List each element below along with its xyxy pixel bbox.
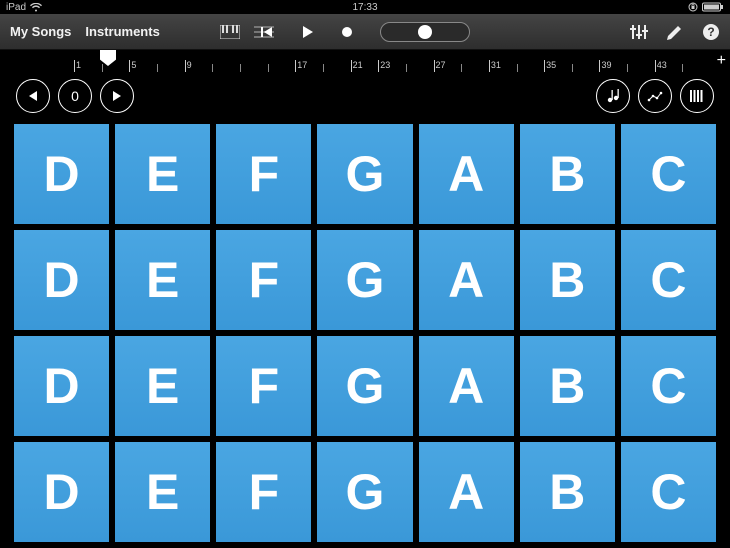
chord-strips-button[interactable] xyxy=(680,79,714,113)
battery-icon xyxy=(702,2,724,12)
note-pad[interactable]: A xyxy=(419,230,514,330)
note-pad[interactable]: G xyxy=(317,442,412,542)
rewind-button[interactable] xyxy=(260,25,274,39)
piano-view-icon[interactable] xyxy=(220,25,240,39)
timeline-ruler[interactable]: 1 5 9 17 21 23 27 31 35 39 43 + xyxy=(0,50,730,72)
note-pad[interactable]: D xyxy=(14,336,109,436)
note-pad[interactable]: B xyxy=(520,442,615,542)
help-button[interactable]: ? xyxy=(702,23,720,41)
note-pad[interactable]: B xyxy=(520,336,615,436)
orientation-lock-icon xyxy=(688,2,698,12)
instrument-controls: 0 xyxy=(0,72,730,120)
note-pad[interactable]: C xyxy=(621,336,716,436)
note-pad[interactable]: C xyxy=(621,124,716,224)
octave-down-button[interactable] xyxy=(16,79,50,113)
ruler-tick: 5 xyxy=(131,60,136,70)
note-pad[interactable]: A xyxy=(419,124,514,224)
note-pad[interactable]: A xyxy=(419,442,514,542)
add-section-button[interactable]: + xyxy=(717,52,726,70)
record-button[interactable] xyxy=(340,25,354,39)
ruler-tick: 43 xyxy=(657,60,667,70)
note-pad[interactable]: F xyxy=(216,124,311,224)
instruments-button[interactable]: Instruments xyxy=(85,24,159,39)
note-pad[interactable]: E xyxy=(115,336,210,436)
note-pad[interactable]: B xyxy=(520,124,615,224)
master-volume-slider[interactable] xyxy=(380,22,470,42)
note-pad[interactable]: D xyxy=(14,124,109,224)
note-pad[interactable]: F xyxy=(216,230,311,330)
octave-display: 0 xyxy=(58,79,92,113)
note-pad[interactable]: G xyxy=(317,230,412,330)
note-pad[interactable]: C xyxy=(621,442,716,542)
note-pad[interactable]: B xyxy=(520,230,615,330)
ruler-tick: 35 xyxy=(546,60,556,70)
ruler-tick: 31 xyxy=(491,60,501,70)
clock: 17:33 xyxy=(352,2,377,13)
note-pad[interactable]: E xyxy=(115,442,210,542)
settings-button[interactable] xyxy=(666,24,684,40)
svg-text:?: ? xyxy=(707,25,714,39)
ruler-tick: 1 xyxy=(76,60,81,70)
note-pad[interactable]: A xyxy=(419,336,514,436)
device-label: iPad xyxy=(6,2,26,13)
octave-value: 0 xyxy=(71,88,79,104)
note-pad[interactable]: D xyxy=(14,230,109,330)
note-pad[interactable]: F xyxy=(216,442,311,542)
ruler-tick: 23 xyxy=(380,60,390,70)
note-pad[interactable]: D xyxy=(14,442,109,542)
note-pad[interactable]: E xyxy=(115,230,210,330)
arpeggio-mode-button[interactable] xyxy=(638,79,672,113)
slider-thumb-icon xyxy=(418,25,432,39)
ruler-tick: 39 xyxy=(601,60,611,70)
note-pad[interactable]: F xyxy=(216,336,311,436)
wifi-icon xyxy=(30,3,42,12)
note-pad[interactable]: G xyxy=(317,336,412,436)
my-songs-button[interactable]: My Songs xyxy=(10,24,71,39)
ruler-tick: 17 xyxy=(297,60,307,70)
note-pad[interactable]: G xyxy=(317,124,412,224)
toolbar: My Songs Instruments ? xyxy=(0,14,730,50)
note-pad[interactable]: C xyxy=(621,230,716,330)
octave-up-button[interactable] xyxy=(100,79,134,113)
ruler-tick: 9 xyxy=(187,60,192,70)
ruler-tick: 21 xyxy=(353,60,363,70)
play-button[interactable] xyxy=(300,25,314,39)
note-grid: D E F G A B C D E F G A B C D E F G A B … xyxy=(14,124,716,542)
status-bar: iPad 17:33 xyxy=(0,0,730,14)
ruler-tick: 27 xyxy=(436,60,446,70)
mixer-button[interactable] xyxy=(630,24,648,40)
note-mode-button[interactable] xyxy=(596,79,630,113)
note-pad[interactable]: E xyxy=(115,124,210,224)
note-grid-wrap: D E F G A B C D E F G A B C D E F G A B … xyxy=(0,120,730,542)
